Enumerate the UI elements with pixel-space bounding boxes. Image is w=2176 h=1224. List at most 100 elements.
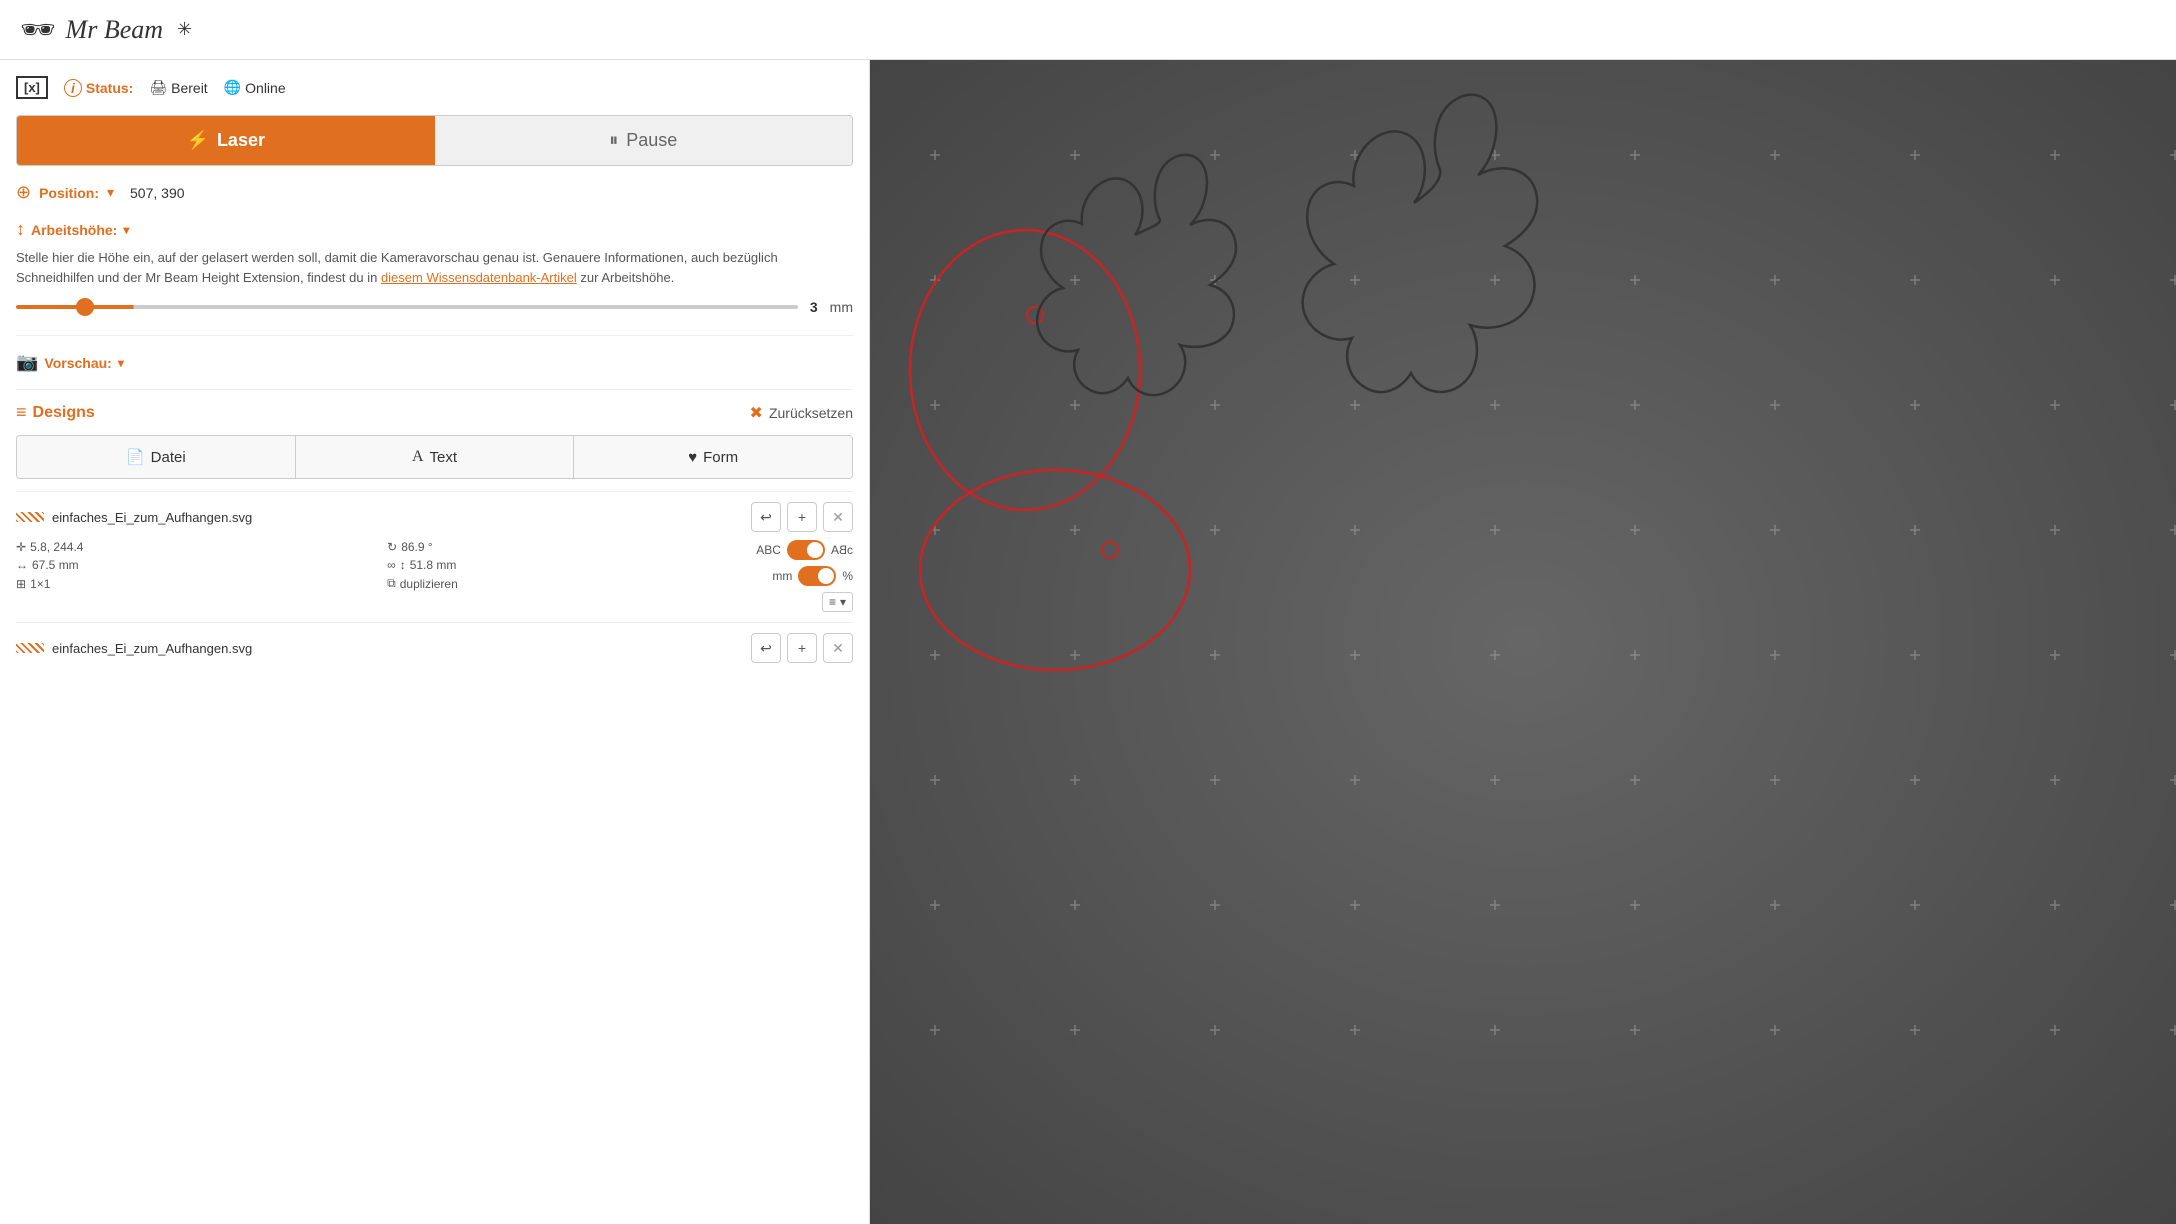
status-bar: [x] i Status: 🖨 Bereit 🌐 Online [16,76,853,99]
list-icon-2: ≡ [829,595,836,609]
designs-header: ≡ Designs ✖ Zurücksetzen [16,389,853,423]
slider-row: 3 mm [16,299,853,315]
vorschau-row[interactable]: 📷 Vorschau: ▾ [16,335,853,373]
online-text: Online [245,80,285,96]
pause-label: Pause [626,130,677,151]
abc-label: ABC [756,543,781,557]
pause-button[interactable]: ⏸ Pause [435,116,853,165]
design-1-grid-value: 1×1 [30,577,50,591]
design-1-w-value: 67.5 mm [32,558,79,572]
camera-grid-overlay [870,60,2176,1224]
design-1-height: ∞ ↕ 51.8 mm [387,558,746,572]
crosshair-icon: ⊕ [16,182,31,203]
logo-area: 🕶 Mr Beam ✳ [20,13,192,46]
design-1-actions: ↩ + ✕ [751,502,853,532]
vorschau-label: Vorschau: [44,355,111,371]
mm-toggle-group: mm % [772,566,853,586]
tab-row: 📄 Datei A Text ♥ Form [16,435,853,479]
design-1-undo-button[interactable]: ↩ [751,502,781,532]
design-2-close-button[interactable]: ✕ [823,633,853,663]
logo-text: Mr Beam [66,15,163,45]
status-label: Status: [86,80,133,96]
width-icon: ↔ [16,558,28,572]
design-item-1-name: einfaches_Ei_zum_Aufhangen.svg [16,510,252,525]
height-slider[interactable] [16,305,798,309]
position-dropdown[interactable]: ▾ [107,184,114,201]
design-1-filename: einfaches_Ei_zum_Aufhangen.svg [52,510,252,525]
arbeitshohe-header[interactable]: ↕ Arbeitshöhe: ▾ [16,219,853,240]
left-panel: [x] i Status: 🖨 Bereit 🌐 Online ⚡ Laser … [0,60,870,1224]
zurucksetzen-button[interactable]: ✖ Zurücksetzen [750,403,853,423]
design-1-h-value: 51.8 mm [410,558,457,572]
design-item-2: einfaches_Ei_zum_Aufhangen.svg ↩ + ✕ [16,622,853,681]
status-online: 🌐 Online [224,79,286,96]
duplizieren-button-1[interactable]: ⧉ duplizieren [387,576,458,591]
design-2-filename: einfaches_Ei_zum_Aufhangen.svg [52,641,252,656]
position-label: Position: [39,185,99,201]
design-1-grid: ⊞ 1×1 [16,576,375,591]
design-item-2-header: einfaches_Ei_zum_Aufhangen.svg ↩ + ✕ [16,633,853,663]
height-icon: ↕ [16,219,25,240]
duplicate-icon: ⧉ [387,576,396,591]
tab-form-label: Form [703,449,738,466]
pause-icon: ⏸ [609,130,618,151]
design-1-rot-value: 86.9 ° [401,540,433,554]
vorschau-chevron-icon: ▾ [118,356,124,370]
camera-icon: 📷 [16,352,38,373]
design-item-1: einfaches_Ei_zum_Aufhangen.svg ↩ + ✕ ✛ 5… [16,491,853,622]
design-1-xy: 5.8, 244.4 [30,540,83,554]
flash-icon: ⚡ [187,130,209,151]
header: 🕶 Mr Beam ✳ [0,0,2176,60]
knowledge-base-link[interactable]: diesem Wissensdatenbank-Artikel [381,270,577,285]
abc-toggle-group: ABC ɔBА [756,540,853,560]
tab-text-label: Text [430,449,458,466]
bereit-text: Bereit [171,80,208,96]
design-2-actions: ↩ + ✕ [751,633,853,663]
grid-icon: ⊞ [16,577,26,591]
design-1-rotation: ↻ 86.9 ° [387,540,746,554]
tab-text[interactable]: A Text [296,436,575,478]
tab-form[interactable]: ♥ Form [574,436,852,478]
globe-icon: 🌐 [224,79,241,96]
slider-unit: mm [830,299,853,315]
abc-toggle[interactable] [787,540,825,560]
move-icon: ✛ [16,540,26,554]
logo-star-icon: ✳ [177,19,192,40]
laser-label: Laser [217,130,265,151]
design-1-width: ↔ 67.5 mm [16,558,375,572]
list-icon: ≡ [16,402,27,423]
close-x-button[interactable]: [x] [16,76,48,99]
mm-toggle[interactable] [798,566,836,586]
design-item-2-name: einfaches_Ei_zum_Aufhangen.svg [16,641,252,656]
info-icon: i [64,79,82,97]
rotate-icon: ↻ [387,540,397,554]
zurucksetzen-label: Zurücksetzen [769,405,853,421]
chevron-icon-2: ▾ [840,595,846,609]
status-info-group: i Status: [64,79,133,97]
design-1-duplizieren: ⧉ duplizieren [387,576,746,591]
design-1-add-button[interactable]: + [787,502,817,532]
design-1-meta: ✛ 5.8, 244.4 ↻ 86.9 ° ↔ 67.5 mm ∞ [16,540,746,591]
text-icon: A [412,448,424,466]
duplizieren-label: duplizieren [400,577,458,591]
design-1-position: ✛ 5.8, 244.4 [16,540,375,554]
design-1-close-button[interactable]: ✕ [823,502,853,532]
file-icon: 📄 [126,448,145,466]
designs-title: ≡ Designs [16,402,95,423]
printer-icon: 🖨 [149,79,167,96]
percent-label: % [842,569,853,583]
status-bereit: 🖨 Bereit [149,79,207,96]
lock-icon: ∞ [387,558,396,572]
laser-button[interactable]: ⚡ Laser [17,116,435,165]
design-item-1-header: einfaches_Ei_zum_Aufhangen.svg ↩ + ✕ [16,502,853,532]
abc-mirror-label: ɔBА [831,543,853,557]
slider-value: 3 [810,299,818,315]
arbeitshohe-label: Arbeitshöhe: [31,222,117,238]
design-2-undo-button[interactable]: ↩ [751,633,781,663]
grid-options-button[interactable]: ≡ ▾ [822,592,853,612]
position-row: ⊕ Position: ▾ 507, 390 [16,182,853,203]
design-stripe-icon [16,512,44,522]
camera-background [870,60,2176,1224]
design-2-add-button[interactable]: + [787,633,817,663]
tab-datei[interactable]: 📄 Datei [17,436,296,478]
